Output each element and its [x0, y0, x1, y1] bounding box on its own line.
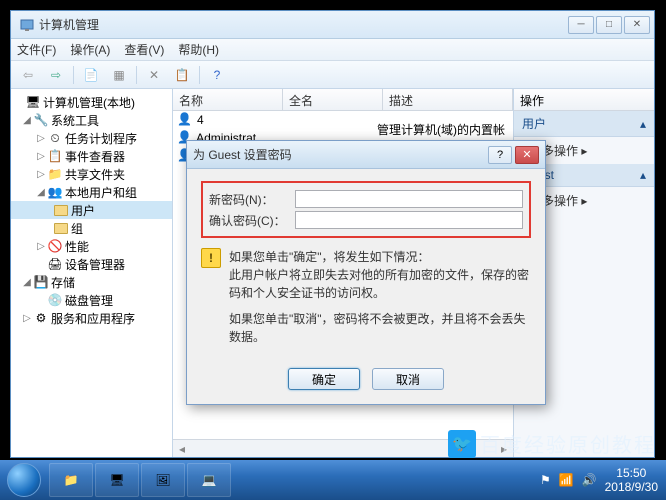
dialog-titlebar[interactable]: 为 Guest 设置密码 ? ✕: [187, 141, 545, 169]
dialog-msg3: 如果您单击"取消"，密码将不会被更改，并且将不会丢失数据。: [229, 310, 531, 346]
tray-sound-icon[interactable]: 🔊: [582, 473, 597, 487]
tree-diskmgmt[interactable]: 💿磁盘管理: [11, 291, 172, 309]
device-icon: 🖨: [47, 256, 63, 272]
disk-icon: 💿: [47, 292, 63, 308]
clock[interactable]: 15:50 2018/9/30: [605, 466, 658, 495]
new-password-input[interactable]: [295, 190, 523, 208]
storage-icon: 💾: [33, 274, 49, 290]
ok-button[interactable]: 确定: [288, 368, 360, 390]
window-title: 计算机管理: [39, 16, 568, 33]
tree-users[interactable]: 用户: [11, 201, 172, 219]
taskbar: 📁 🖥 🖼 💻 ⚑ 📶 🔊 15:50 2018/9/30: [0, 460, 666, 500]
tree-eventviewer[interactable]: ▷📋事件查看器: [11, 147, 172, 165]
maximize-button[interactable]: □: [596, 16, 622, 34]
confirm-password-input[interactable]: [295, 211, 523, 229]
menu-action[interactable]: 操作(A): [70, 41, 110, 58]
windows-orb-icon: [7, 463, 41, 497]
tree-root[interactable]: 🖥计算机管理(本地): [11, 93, 172, 111]
refresh-button[interactable]: ✕: [143, 64, 165, 86]
titlebar[interactable]: 计算机管理 ─ □ ✕: [11, 11, 654, 39]
toolbar: ⇦ ⇨ 📄 ▦ ✕ 📋 ?: [11, 61, 654, 89]
menubar: 文件(F) 操作(A) 查看(V) 帮助(H): [11, 39, 654, 61]
app-icon: [19, 17, 35, 33]
tree-performance[interactable]: ▷🚫性能: [11, 237, 172, 255]
tree-scheduler[interactable]: ▷⏲任务计划程序: [11, 129, 172, 147]
up-button[interactable]: 📄: [80, 64, 102, 86]
tree-storage[interactable]: ◢💾存储: [11, 273, 172, 291]
collapse-icon: ▴: [640, 168, 646, 182]
close-button[interactable]: ✕: [515, 146, 539, 164]
close-button[interactable]: ✕: [624, 16, 650, 34]
tray-flag-icon[interactable]: ⚑: [540, 473, 551, 487]
computer-icon: 🖥: [25, 94, 41, 110]
perf-icon: 🚫: [47, 238, 63, 254]
system-tray[interactable]: ⚑ 📶 🔊 15:50 2018/9/30: [532, 460, 666, 500]
start-button[interactable]: [0, 460, 48, 500]
confirm-password-label: 确认密码(C)：: [209, 212, 295, 229]
menu-help[interactable]: 帮助(H): [178, 41, 219, 58]
taskbar-explorer[interactable]: 📁: [49, 463, 93, 497]
event-icon: 📋: [47, 148, 63, 164]
arrow-icon: ▸: [581, 194, 587, 208]
col-desc[interactable]: 描述: [383, 89, 513, 110]
taskbar-app[interactable]: 🖼: [141, 463, 185, 497]
back-button[interactable]: ⇦: [17, 64, 39, 86]
folder-icon: [53, 220, 69, 236]
cancel-button[interactable]: 取消: [372, 368, 444, 390]
taskbar-app[interactable]: 🖥: [95, 463, 139, 497]
tools-icon: 🔧: [33, 112, 49, 128]
export-button[interactable]: 📋: [171, 64, 193, 86]
dialog-title: 为 Guest 设置密码: [193, 146, 485, 163]
twitter-icon: 🐦: [448, 430, 476, 458]
taskbar-compmgmt[interactable]: 💻: [187, 463, 231, 497]
share-icon: 📁: [47, 166, 63, 182]
dialog-msg2: 此用户帐户将立即失去对他的所有加密的文件，保存的密码和个人安全证书的访问权。: [229, 266, 531, 302]
tray-network-icon[interactable]: 📶: [559, 473, 574, 487]
folder-icon: [53, 202, 69, 218]
tree-systools[interactable]: ◢🔧系统工具: [11, 111, 172, 129]
actions-section-users[interactable]: 用户▴: [514, 111, 654, 137]
help-button[interactable]: ?: [206, 64, 228, 86]
users-icon: 👥: [47, 184, 63, 200]
tree-sharedfolders[interactable]: ▷📁共享文件夹: [11, 165, 172, 183]
minimize-button[interactable]: ─: [568, 16, 594, 34]
clock-icon: ⏲: [47, 130, 63, 146]
services-icon: ⚙: [33, 310, 49, 326]
highlight-box: 新密码(N)： 确认密码(C)：: [201, 181, 531, 238]
scroll-left-icon[interactable]: ◂: [173, 442, 191, 456]
actions-header: 操作: [514, 89, 654, 111]
dialog-msg1: 如果您单击"确定"，将发生如下情况：: [229, 248, 531, 266]
watermark: 🐦 百度经验原创教程: [448, 429, 656, 458]
tree-services[interactable]: ▷⚙服务和应用程序: [11, 309, 172, 327]
user-icon: 👤: [177, 112, 193, 128]
tree-devicemgr[interactable]: 🖨设备管理器: [11, 255, 172, 273]
password-dialog: 为 Guest 设置密码 ? ✕ 新密码(N)： 确认密码(C)： ! 如果您单…: [186, 140, 546, 405]
col-name[interactable]: 名称: [173, 89, 283, 110]
tree-localusers[interactable]: ◢👥本地用户和组: [11, 183, 172, 201]
list-header: 名称 全名 描述: [173, 89, 513, 111]
menu-file[interactable]: 文件(F): [17, 41, 56, 58]
new-password-label: 新密码(N)：: [209, 191, 295, 208]
menu-view[interactable]: 查看(V): [124, 41, 164, 58]
props-button[interactable]: ▦: [108, 64, 130, 86]
tree-groups[interactable]: 组: [11, 219, 172, 237]
help-button[interactable]: ?: [488, 146, 512, 164]
warning-icon: !: [201, 248, 221, 268]
collapse-icon: ▴: [640, 117, 646, 131]
col-fullname[interactable]: 全名: [283, 89, 383, 110]
tree-panel: 🖥计算机管理(本地) ◢🔧系统工具 ▷⏲任务计划程序 ▷📋事件查看器 ▷📁共享文…: [11, 89, 173, 457]
arrow-icon: ▸: [581, 144, 587, 158]
forward-button[interactable]: ⇨: [45, 64, 67, 86]
